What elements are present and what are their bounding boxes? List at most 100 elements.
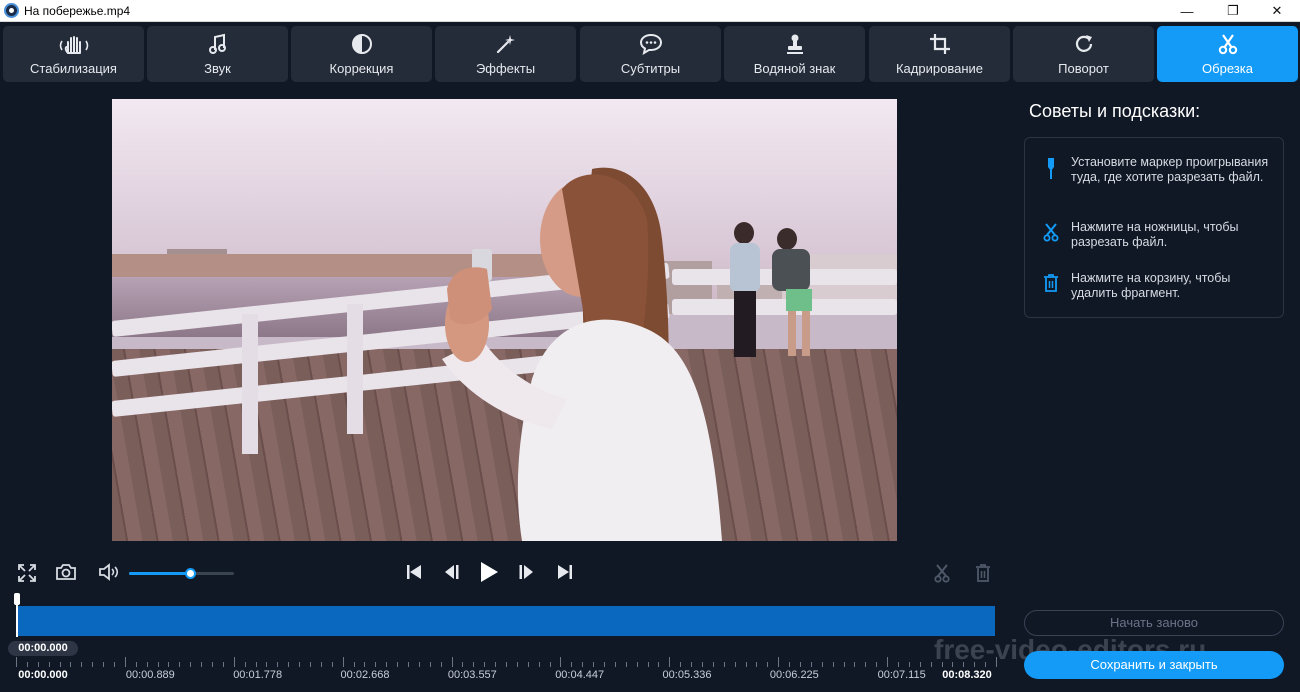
- volume-slider[interactable]: [129, 568, 234, 579]
- volume-handle[interactable]: [184, 568, 196, 579]
- ruler-tick: [843, 662, 845, 667]
- skip-end-icon: [558, 565, 572, 579]
- ruler-tick: [538, 662, 540, 667]
- ruler-tick: [59, 662, 61, 667]
- snapshot-button[interactable]: [54, 561, 78, 583]
- ruler-tick: [364, 662, 366, 667]
- tool-label: Стабилизация: [30, 61, 117, 76]
- tool-label: Кадрирование: [895, 61, 983, 76]
- hand-stabilize-icon: [3, 33, 144, 55]
- restart-button[interactable]: Начать заново: [1024, 610, 1284, 636]
- ruler-tick: [386, 662, 388, 667]
- previous-frame-button[interactable]: [441, 562, 463, 582]
- close-button[interactable]: ✕: [1254, 0, 1300, 22]
- trash-icon: [976, 564, 990, 582]
- ruler-tick: [810, 662, 812, 667]
- ruler-tick: [114, 662, 115, 667]
- ruler-tick: [876, 662, 878, 667]
- playhead[interactable]: [14, 593, 20, 637]
- tip-text: Нажмите на корзину, чтобы удалить фрагме…: [1071, 271, 1231, 300]
- ruler-tick: [723, 662, 725, 667]
- ruler-time-label: 00:05.336: [662, 669, 712, 681]
- fullscreen-button[interactable]: [16, 562, 38, 584]
- ruler-tick: [767, 662, 769, 667]
- playhead-line: [16, 603, 18, 637]
- delete-fragment-button[interactable]: [972, 562, 994, 584]
- timeline-track[interactable]: [16, 606, 995, 636]
- marker-icon: [1043, 157, 1059, 179]
- ruler-tick: [636, 662, 638, 667]
- tool-effects[interactable]: Эффекты: [435, 26, 576, 82]
- ruler-tick: [898, 662, 899, 667]
- restore-button[interactable]: ❐: [1210, 0, 1256, 22]
- ruler-tick: [233, 657, 235, 667]
- ruler-tick: [146, 662, 148, 667]
- ruler-tick: [81, 662, 83, 667]
- tool-crop[interactable]: Кадрирование: [869, 26, 1010, 82]
- mute-button[interactable]: [97, 561, 121, 583]
- ruler-tick: [212, 662, 213, 667]
- tool-label: Водяной знак: [753, 61, 836, 76]
- ruler-tick: [854, 662, 856, 667]
- ruler-time-label: 00:04.447: [555, 669, 605, 681]
- video-preview[interactable]: [112, 99, 897, 541]
- ruler-tick: [375, 662, 377, 667]
- title-bar: На побережье.mp4 — ❐ ✕: [0, 0, 1300, 22]
- ruler-tick: [331, 662, 333, 667]
- minimize-button[interactable]: —: [1164, 0, 1210, 22]
- ruler-tick: [266, 662, 268, 667]
- ruler-time-label: 00:08.320: [942, 669, 992, 681]
- tool-watermark[interactable]: Водяной знак: [724, 26, 865, 82]
- rotate-icon: [1013, 33, 1154, 55]
- ruler-tick: [353, 662, 355, 667]
- ruler-tick: [451, 657, 453, 667]
- ruler-tick: [669, 657, 671, 667]
- ruler-time-label: 00:03.557: [447, 669, 497, 681]
- tool-subtitles[interactable]: Субтитры: [580, 26, 721, 82]
- music-note-icon: [147, 33, 288, 55]
- ruler-tick: [310, 662, 311, 667]
- go-to-start-button[interactable]: [403, 562, 425, 582]
- ruler-tick: [527, 662, 529, 667]
- step-back-icon: [445, 565, 459, 579]
- ruler-time-label: 00:06.225: [769, 669, 819, 681]
- tool-sound[interactable]: Звук: [147, 26, 288, 82]
- window-title: На побережье.mp4: [24, 4, 131, 18]
- save-and-close-button[interactable]: Сохранить и закрыть: [1024, 651, 1284, 679]
- ruler-tick: [103, 662, 105, 667]
- tool-stabilization[interactable]: Стабилизация: [3, 26, 144, 82]
- tool-trim[interactable]: Обрезка: [1157, 26, 1298, 82]
- ruler-tick: [70, 662, 72, 667]
- tool-label: Обрезка: [1202, 61, 1253, 76]
- ruler-tick: [560, 657, 562, 667]
- ruler-time-label: 00:01.778: [233, 669, 283, 681]
- ruler-tick: [440, 662, 442, 667]
- video-rail-post: [242, 314, 258, 454]
- fullscreen-icon: [18, 564, 36, 582]
- ruler-tick: [124, 657, 126, 667]
- ruler-tick: [168, 662, 170, 667]
- cut-button[interactable]: [931, 562, 953, 584]
- ruler-tick: [37, 662, 39, 667]
- ruler-tick: [625, 662, 627, 667]
- timeline-ruler[interactable]: [16, 657, 997, 667]
- ruler-tick: [756, 662, 758, 667]
- tool-rotate[interactable]: Поворот: [1013, 26, 1154, 82]
- ruler-tick: [549, 662, 551, 667]
- ruler-tick: [516, 662, 518, 667]
- ruler-tick: [135, 662, 137, 667]
- ruler-tick: [582, 662, 584, 667]
- stamp-icon: [724, 33, 865, 55]
- ruler-tick: [201, 662, 203, 667]
- ruler-tick: [734, 662, 736, 667]
- ruler-tick: [593, 662, 595, 667]
- play-button[interactable]: [477, 559, 501, 585]
- ruler-time-label: 00:02.668: [340, 669, 390, 681]
- next-frame-button[interactable]: [515, 562, 537, 582]
- go-to-end-button[interactable]: [554, 562, 576, 582]
- ruler-tick: [789, 662, 791, 667]
- ruler-tick: [462, 662, 464, 667]
- ruler-tick: [342, 657, 344, 667]
- tool-correction[interactable]: Коррекция: [291, 26, 432, 82]
- tip-text: Установите маркер проигрывания туда, где…: [1071, 155, 1269, 184]
